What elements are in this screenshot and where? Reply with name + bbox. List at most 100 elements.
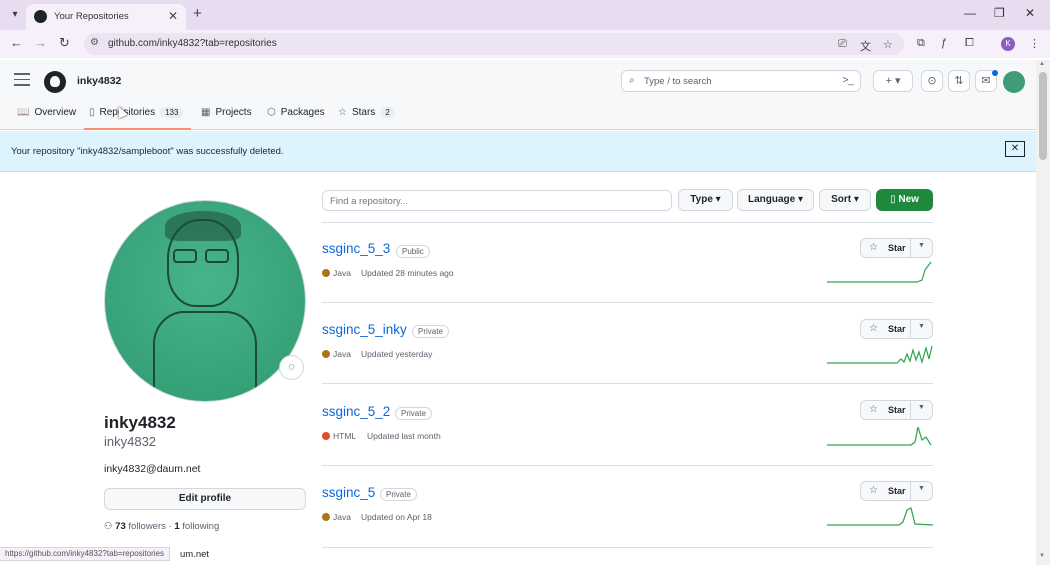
new-repository-button[interactable]: ▯ New	[876, 189, 933, 211]
people-icon: ⚇	[104, 521, 113, 532]
tab-repositories[interactable]: ▯ Repositories 133	[89, 107, 184, 118]
stars-count: 2	[380, 107, 395, 118]
browser-menu-icon[interactable]: ⋮	[1029, 37, 1040, 50]
install-app-icon[interactable]: ⎚	[838, 38, 847, 51]
list-divider	[322, 547, 933, 548]
followers-count[interactable]: 73	[115, 521, 126, 532]
repo-name-link[interactable]: ssginc_5_inky	[322, 322, 407, 337]
github-logo-icon[interactable]	[44, 71, 66, 93]
user-avatar[interactable]	[1003, 71, 1025, 93]
address-url: github.com/inky4832?tab=repositories	[108, 38, 277, 49]
repo-name-link[interactable]: ssginc_5	[322, 485, 375, 500]
scroll-down-icon[interactable]: ▼	[1039, 553, 1045, 559]
sort-button[interactable]: Sort ▾	[819, 189, 871, 211]
back-icon[interactable]: ←	[10, 35, 23, 50]
star-icon: ☆	[869, 323, 878, 334]
followers-label[interactable]: followers	[128, 521, 166, 532]
flash-message: Your repository "inky4832/sampleboot" wa…	[11, 146, 284, 157]
repo-name-link[interactable]: ssginc_5_3	[322, 241, 390, 256]
tab-projects-label: Projects	[215, 107, 252, 118]
repositories-count: 133	[160, 107, 184, 118]
github-favicon-icon	[34, 10, 47, 23]
tab-packages[interactable]: ⬡ Packages	[267, 107, 325, 118]
chevron-down-icon[interactable]: ▼	[918, 404, 925, 411]
star-label: Star	[888, 405, 906, 415]
star-label: Star	[888, 243, 906, 253]
find-repository-input[interactable]	[322, 190, 672, 211]
repo-updated: Updated on Apr 18	[361, 512, 432, 522]
scroll-thumb[interactable]	[1039, 72, 1047, 160]
star-icon: ☆	[338, 107, 347, 118]
site-info-icon[interactable]: ⚙	[90, 37, 99, 48]
translate-icon[interactable]: 文	[860, 38, 871, 54]
bookmark-star-icon[interactable]: ☆	[883, 38, 893, 51]
profile-avatar[interactable]	[104, 200, 306, 402]
visibility-badge: Private	[412, 325, 449, 338]
star-button[interactable]: ☆ Star ▼	[860, 238, 933, 258]
activity-sparkline	[827, 261, 932, 283]
set-status-icon[interactable]: ◌	[279, 355, 304, 380]
partial-email-text: um.net	[180, 549, 210, 560]
browser-profile-avatar[interactable]: K	[1001, 37, 1015, 51]
browser-tab[interactable]: Your Repositories ✕	[26, 4, 186, 30]
tab-stars[interactable]: ☆ Stars 2	[338, 107, 395, 118]
restore-icon[interactable]: ❐	[994, 6, 1005, 20]
profile-login: inky4832	[104, 434, 157, 449]
issues-icon[interactable]: ⊙	[921, 70, 943, 92]
book-icon: 📖	[17, 107, 30, 118]
github-header: inky4832 ⌕ Type / to search >_ + ▾ ⊙ ⇅ ✉…	[0, 60, 1036, 130]
profile-email[interactable]: inky4832@daum.net	[104, 463, 200, 475]
page-scrollbar[interactable]: ▲ ▼	[1036, 60, 1050, 565]
repo-plus-icon: ▯	[890, 194, 896, 205]
tab-stars-label: Stars	[351, 107, 376, 118]
hamburger-menu-icon[interactable]	[14, 73, 30, 87]
scroll-up-icon[interactable]: ▲	[1039, 61, 1045, 67]
tab-overview-label: Overview	[34, 107, 77, 118]
chevron-down-icon[interactable]: ▼	[918, 242, 925, 249]
extension-icon[interactable]: ƒ	[941, 37, 947, 49]
list-divider	[322, 383, 933, 384]
flash-close-icon[interactable]: ✕	[1005, 141, 1025, 157]
star-button[interactable]: ☆ Star ▼	[860, 481, 933, 501]
type-filter-button[interactable]: Type ▾	[678, 189, 733, 211]
tab-overview[interactable]: 📖 Overview	[17, 107, 76, 118]
header-username[interactable]: inky4832	[77, 75, 121, 87]
window-close-icon[interactable]: ✕	[1025, 6, 1035, 20]
repo-updated: Updated yesterday	[361, 349, 433, 359]
minimize-icon[interactable]: —	[964, 6, 976, 20]
package-icon: ⬡	[267, 107, 276, 118]
tab-projects[interactable]: ▦ Projects	[201, 107, 252, 118]
link-status-bar: https://github.com/inky4832?tab=reposito…	[0, 547, 170, 561]
forward-icon[interactable]: →	[34, 35, 47, 50]
tab-packages-label: Packages	[280, 107, 325, 118]
find-repository-field[interactable]	[323, 192, 671, 211]
language-filter-button[interactable]: Language ▾	[737, 189, 814, 211]
command-palette-icon[interactable]: >_	[843, 75, 854, 86]
tab-groups-icon[interactable]: ⧉	[917, 37, 925, 50]
chevron-down-icon[interactable]: ▼	[918, 323, 925, 330]
search-icon: ⌕	[629, 75, 635, 86]
chevron-down-icon: ▾	[797, 194, 804, 205]
tab-search-dropdown-icon[interactable]: ▾	[6, 6, 24, 24]
edit-profile-button[interactable]: Edit profile	[104, 488, 306, 510]
reload-icon[interactable]: ↻	[59, 35, 70, 51]
star-button[interactable]: ☆ Star ▼	[860, 400, 933, 420]
star-icon: ☆	[869, 404, 878, 415]
search-input[interactable]: ⌕ Type / to search >_	[621, 70, 861, 92]
create-new-button[interactable]: + ▾	[873, 70, 913, 92]
activity-sparkline	[827, 345, 933, 365]
type-filter-label: Type	[690, 194, 713, 205]
tab-close-icon[interactable]: ✕	[168, 9, 178, 23]
chevron-down-icon[interactable]: ▼	[918, 485, 925, 492]
extensions-puzzle-icon[interactable]: ⧠	[965, 37, 974, 50]
language-color-dot	[322, 432, 330, 440]
address-bar[interactable]: ⚙ github.com/inky4832?tab=repositories ⎚…	[84, 33, 904, 55]
following-count[interactable]: 1	[174, 521, 179, 532]
repo-name-link[interactable]: ssginc_5_2	[322, 404, 390, 419]
pull-requests-icon[interactable]: ⇅	[948, 70, 970, 92]
star-button[interactable]: ☆ Star ▼	[860, 319, 933, 339]
following-label[interactable]: following	[182, 521, 219, 532]
new-tab-icon[interactable]: +	[193, 5, 202, 22]
repo-language: HTML	[333, 431, 357, 441]
follow-stats: ⚇ 73 followers · 1 following	[104, 521, 220, 532]
